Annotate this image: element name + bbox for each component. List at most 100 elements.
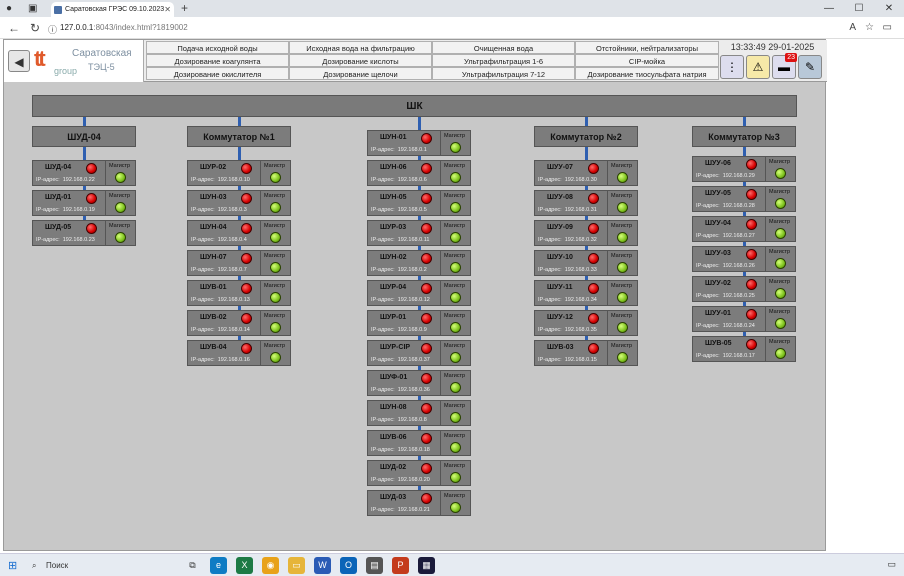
menu-item[interactable]: Дозирование коагулянта	[146, 54, 289, 67]
device-node[interactable]: ШУД-03 Магистр IP-адрес: 192.168.0.21	[367, 490, 471, 516]
device-node[interactable]: ШУВ-01 Магистр IP-адрес: 192.168.0.13	[187, 280, 291, 306]
edge-icon[interactable]: e	[210, 557, 227, 574]
device-node[interactable]: ШУУ-04 Магистр IP-адрес: 192.168.0.27	[692, 216, 796, 242]
group-header[interactable]: ШУД-04	[32, 126, 136, 147]
notifications-icon[interactable]: ▭	[887, 559, 896, 570]
ip-prefix: IP-адрес:	[371, 477, 395, 483]
start-icon[interactable]: ⊞	[8, 559, 17, 572]
network-icon[interactable]: ⋮	[720, 55, 744, 79]
word-icon[interactable]: W	[314, 557, 331, 574]
device-node[interactable]: ШУР-04 Магистр IP-адрес: 192.168.0.12	[367, 280, 471, 306]
group-header[interactable]: Коммутатор №3	[692, 126, 796, 147]
master-label: Магистр	[444, 403, 466, 409]
master-led-green	[270, 172, 281, 183]
device-node[interactable]: ШУД-04 Магистр IP-адрес: 192.168.0.22	[32, 160, 136, 186]
close-window-icon[interactable]: ✕	[874, 0, 904, 17]
master-led-green	[775, 258, 786, 269]
device-node[interactable]: ШУН-06 Магистр IP-адрес: 192.168.0.6	[367, 160, 471, 186]
menu-item[interactable]: Очищенная вода	[432, 41, 575, 54]
group-header[interactable]: Коммутатор №1	[187, 126, 291, 147]
menu-item[interactable]: Отстойники, нейтрализаторы	[575, 41, 719, 54]
device-node[interactable]: ШУУ-02 Магистр IP-адрес: 192.168.0.25	[692, 276, 796, 302]
device-node[interactable]: ШУУ-08 Магистр IP-адрес: 192.168.0.31	[534, 190, 638, 216]
device-node[interactable]: ШУН-03 Магистр IP-адрес: 192.168.0.3	[187, 190, 291, 216]
menu-item[interactable]: Подача исходной воды	[146, 41, 289, 54]
chrome-icon[interactable]: ◉	[262, 557, 279, 574]
device-node[interactable]: ШУН-07 Магистр IP-адрес: 192.168.0.7	[187, 250, 291, 276]
menu-item[interactable]: Дозирование кислоты	[289, 54, 432, 67]
master-label: Магистр	[109, 163, 131, 169]
menu-item[interactable]: Дозирование окислителя	[146, 67, 289, 80]
profile-icon[interactable]: ●	[6, 3, 12, 14]
split-screen-icon[interactable]: ▭	[883, 22, 892, 33]
back-icon[interactable]: ←	[8, 21, 20, 35]
outlook-icon[interactable]: O	[340, 557, 357, 574]
powerpoint-icon[interactable]: P	[392, 557, 409, 574]
device-node[interactable]: ШУВ-03 Магистр IP-адрес: 192.168.0.15	[534, 340, 638, 366]
calculator-icon[interactable]: ▦	[418, 557, 435, 574]
device-node[interactable]: ШУВ-04 Магистр IP-адрес: 192.168.0.16	[187, 340, 291, 366]
device-node[interactable]: ШУВ-06 Магистр IP-адрес: 192.168.0.18	[367, 430, 471, 456]
browser-tab[interactable]: Саратовская ГРЭС 09.10.2023 ✕	[51, 2, 174, 17]
device-node[interactable]: ШУН-02 Магистр IP-адрес: 192.168.0.2	[367, 250, 471, 276]
menu-item[interactable]: CIP-мойка	[575, 54, 719, 67]
device-node[interactable]: ШУР-02 Магистр IP-адрес: 192.168.0.10	[187, 160, 291, 186]
maximize-icon[interactable]: ☐	[844, 0, 874, 17]
task-view-icon[interactable]: ⧉	[184, 557, 201, 574]
device-node[interactable]: ШУД-02 Магистр IP-адрес: 192.168.0.20	[367, 460, 471, 486]
divider	[260, 251, 261, 275]
favorites-icon[interactable]: ☆	[865, 22, 874, 33]
device-node[interactable]: ШУН-08 Магистр IP-адрес: 192.168.0.8	[367, 400, 471, 426]
sound-icon[interactable]: ◀	[8, 50, 30, 72]
ip-prefix: IP-адрес:	[371, 387, 395, 393]
device-node[interactable]: ШУН-01 Магистр IP-адрес: 192.168.0.1	[367, 130, 471, 156]
device-name: ШУР-CIP	[380, 344, 411, 351]
device-node[interactable]: ШУУ-05 Магистр IP-адрес: 192.168.0.28	[692, 186, 796, 212]
device-node[interactable]: ШУУ-07 Магистр IP-адрес: 192.168.0.30	[534, 160, 638, 186]
device-node[interactable]: ШУД-05 Магистр IP-адрес: 192.168.0.23	[32, 220, 136, 246]
device-node[interactable]: ШУН-05 Магистр IP-адрес: 192.168.0.5	[367, 190, 471, 216]
device-node[interactable]: ШУР-01 Магистр IP-адрес: 192.168.0.9	[367, 310, 471, 336]
alarm-list-icon[interactable]: ▬ 23	[772, 53, 797, 79]
explorer-icon[interactable]: ▭	[288, 557, 305, 574]
menu-item[interactable]: Дозирование тиосульфата натрия	[575, 67, 719, 80]
menu-item[interactable]: Исходная вода на фильтрацию	[289, 41, 432, 54]
device-node[interactable]: ШУР-CIP Магистр IP-адрес: 192.168.0.37	[367, 340, 471, 366]
device-node[interactable]: ШУВ-02 Магистр IP-адрес: 192.168.0.14	[187, 310, 291, 336]
menu-item[interactable]: Дозирование щелочи	[289, 67, 432, 80]
taskbar-search[interactable]: ⌕ Поиск	[28, 557, 178, 574]
device-node[interactable]: ШУУ-10 Магистр IP-адрес: 192.168.0.33	[534, 250, 638, 276]
device-node[interactable]: ШУД-01 Магистр IP-адрес: 192.168.0.19	[32, 190, 136, 216]
ip-address: IP-адрес: 192.168.0.10	[191, 177, 250, 183]
excel-icon[interactable]: X	[236, 557, 253, 574]
new-tab-button[interactable]: +	[181, 1, 188, 15]
device-node[interactable]: ШУН-04 Магистр IP-адрес: 192.168.0.4	[187, 220, 291, 246]
app-icon[interactable]: ▤	[366, 557, 383, 574]
device-node[interactable]: ШУУ-11 Магистр IP-адрес: 192.168.0.34	[534, 280, 638, 306]
device-node[interactable]: ШУФ-01 Магистр IP-адрес: 192.168.0.36	[367, 370, 471, 396]
ip-address: IP-адрес: 192.168.0.37	[371, 357, 430, 363]
tab-actions-icon[interactable]: ▣	[28, 3, 37, 14]
reload-icon[interactable]: ↻	[30, 21, 40, 35]
settings-wrench-icon[interactable]: ✎	[798, 55, 822, 79]
master-label: Магистр	[444, 193, 466, 199]
minimize-icon[interactable]: —	[814, 0, 844, 17]
menu-item[interactable]: Ультрафильтрация 7-12	[432, 67, 575, 80]
status-led-red	[241, 223, 252, 234]
menu-item[interactable]: Ультрафильтрация 1-6	[432, 54, 575, 67]
device-node[interactable]: ШУВ-05 Магистр IP-адрес: 192.168.0.17	[692, 336, 796, 362]
ip-prefix: IP-адрес:	[191, 177, 215, 183]
device-node[interactable]: ШУУ-06 Магистр IP-адрес: 192.168.0.29	[692, 156, 796, 182]
site-info-icon[interactable]: ⓘ	[48, 23, 57, 36]
read-aloud-icon[interactable]: A	[849, 22, 856, 33]
group-header[interactable]: Коммутатор №2	[534, 126, 638, 147]
device-node[interactable]: ШУУ-09 Магистр IP-адрес: 192.168.0.32	[534, 220, 638, 246]
device-node[interactable]: ШУУ-03 Магистр IP-адрес: 192.168.0.26	[692, 246, 796, 272]
url-field[interactable]: 127.0.0.1:8043/index.html?1819002	[60, 20, 188, 36]
device-node[interactable]: ШУУ-01 Магистр IP-адрес: 192.168.0.24	[692, 306, 796, 332]
warning-icon[interactable]: ⚠	[746, 55, 770, 79]
device-node[interactable]: ШУУ-12 Магистр IP-адрес: 192.168.0.35	[534, 310, 638, 336]
master-label: Магистр	[264, 253, 286, 259]
device-node[interactable]: ШУР-03 Магистр IP-адрес: 192.168.0.11	[367, 220, 471, 246]
close-tab-icon[interactable]: ✕	[164, 2, 171, 17]
